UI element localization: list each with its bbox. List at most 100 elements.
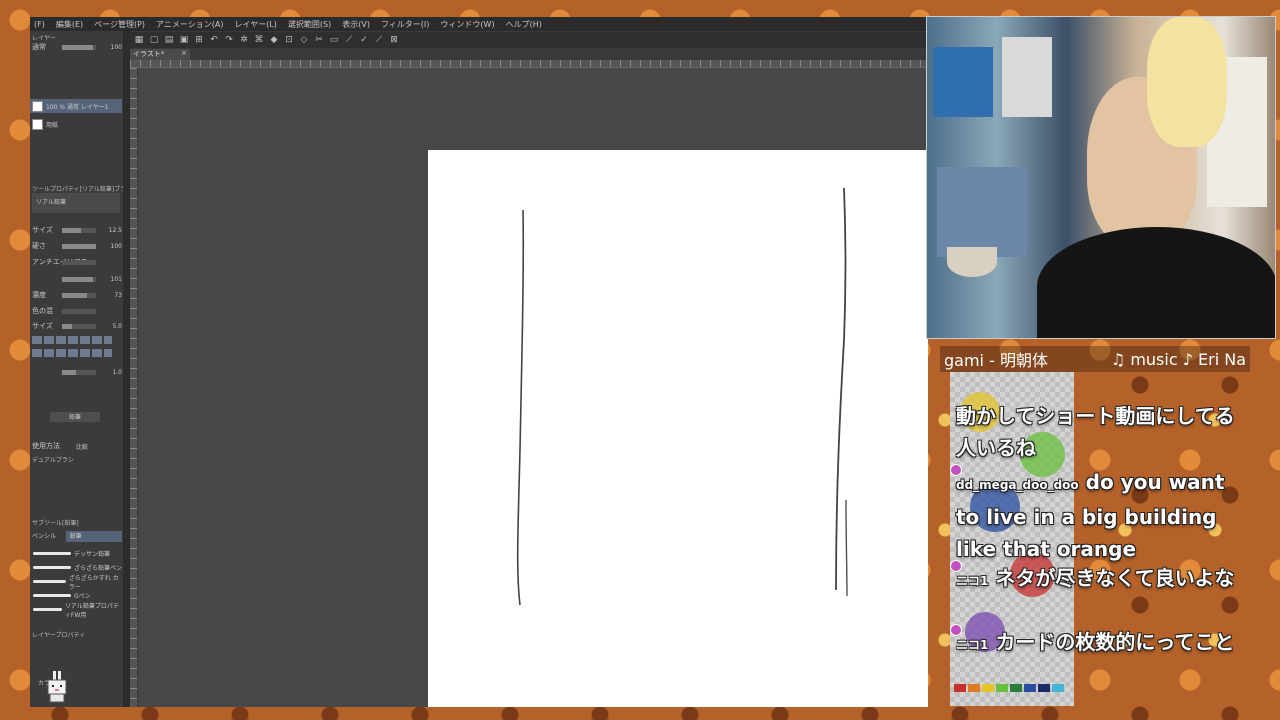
menu-item[interactable]: 選択範囲(S) xyxy=(284,19,338,30)
method-label: 使用方法 xyxy=(32,442,60,450)
chat-overlay: 動かしてショート動画にしてる人いるね dd_mega_doo_doo do yo… xyxy=(950,398,1250,694)
brush-stroke-preview xyxy=(33,594,71,597)
property-slider[interactable] xyxy=(62,276,96,282)
property-row[interactable]: 1.0 xyxy=(30,367,122,377)
toolbar-icon[interactable]: ▤ xyxy=(164,35,174,45)
toolbar-icon[interactable]: ✂ xyxy=(314,35,324,45)
vertical-ruler xyxy=(130,68,137,707)
stroke-grid-1[interactable] xyxy=(32,336,112,344)
sub-tool-tabs: ペンシル 鉛筆 xyxy=(30,531,122,542)
dual-brush-label: デュアルブラシ xyxy=(32,457,74,464)
stroke-grid-2[interactable] xyxy=(32,349,112,357)
brush-preview: リアル鉛筆 xyxy=(32,193,120,213)
property-slider[interactable] xyxy=(62,243,96,249)
property-slider[interactable] xyxy=(62,259,96,265)
property-value: 12.5 xyxy=(108,226,122,234)
webcam-feed xyxy=(926,16,1276,339)
brush-stroke-preview xyxy=(33,580,66,583)
menu-item[interactable]: 表示(V) xyxy=(338,19,377,30)
property-slider[interactable] xyxy=(62,323,96,329)
close-icon[interactable]: × xyxy=(181,49,187,57)
toolbar-icon[interactable]: ◆ xyxy=(269,35,279,45)
property-label: 硬さ xyxy=(32,242,46,250)
layer-panel-title: レイヤー xyxy=(32,35,56,42)
toolbar-icon[interactable]: ⌘ xyxy=(254,35,264,45)
layer-name: 100 % 通常 レイヤー1 xyxy=(46,103,109,111)
toolbar-icon[interactable]: ↷ xyxy=(224,35,234,45)
toolbar-icon[interactable]: ▢ xyxy=(149,35,159,45)
property-slider[interactable] xyxy=(62,308,96,314)
brush-item[interactable]: ざらざらかすれ カラー xyxy=(30,575,122,591)
layer-row-1[interactable]: 100 % 通常 レイヤー1 xyxy=(30,99,122,113)
toolbar-icon[interactable]: ▦ xyxy=(134,35,144,45)
chat-badge-icon xyxy=(950,464,962,476)
rabbit-mascot-icon xyxy=(47,671,67,703)
slider-fill xyxy=(62,292,87,298)
toolbar-icon[interactable]: ◇ xyxy=(299,35,309,45)
menu-item[interactable]: 編集(E) xyxy=(52,19,90,30)
property-row[interactable]: 色の混 xyxy=(30,306,122,316)
menu-item[interactable]: (F) xyxy=(30,20,52,29)
toolbar-icon[interactable]: ⊡ xyxy=(284,35,294,45)
property-row[interactable]: 硬さ 100 xyxy=(30,241,122,251)
toolbar-icon[interactable]: ⟋ xyxy=(344,35,354,45)
chat-badge-icon xyxy=(950,624,962,636)
document-tab[interactable]: イラスト* × xyxy=(130,49,190,60)
property-value: 73 xyxy=(114,291,122,299)
slider-fill xyxy=(62,227,81,233)
property-row[interactable]: アンチエイリアス xyxy=(30,257,122,267)
property-row[interactable]: サイズ 12.5 xyxy=(30,225,122,235)
toolbar-icon[interactable]: ⊠ xyxy=(389,35,399,45)
property-slider[interactable] xyxy=(62,369,96,375)
menu-item[interactable]: ページ管理(P) xyxy=(90,19,152,30)
menu-item[interactable]: アニメーション(A) xyxy=(152,19,230,30)
toolbar-icon[interactable]: ⟋ xyxy=(374,35,384,45)
brush-item[interactable]: リアル鉛筆プロパティFW用 xyxy=(30,603,122,619)
menu-bar: (F) 編集(E) ページ管理(P) アニメーション(A) レイヤー(L) 選択範囲(S)… xyxy=(30,17,928,31)
chat-text: 動かしてショート動画にしてる人いるね xyxy=(956,404,1235,460)
blend-mode-select[interactable]: 通常 xyxy=(30,42,62,52)
property-slider[interactable] xyxy=(62,227,96,233)
opacity-slider[interactable] xyxy=(62,44,96,50)
canvas-area[interactable] xyxy=(138,68,928,707)
toolbar-icon[interactable]: ▭ xyxy=(329,35,339,45)
toolbar-icon[interactable]: ✲ xyxy=(239,35,249,45)
chat-text: ネタが尽きなくて良いよな xyxy=(995,566,1235,590)
toolbar-icon[interactable]: ✓ xyxy=(359,35,369,45)
brush-stroke-preview xyxy=(33,552,71,555)
toolbar-icon[interactable]: ⊞ xyxy=(194,35,204,45)
menu-item[interactable]: ウィンドウ(W) xyxy=(436,19,501,30)
chat-badge-icon xyxy=(950,560,962,572)
chat-username: dd_mega_doo_doo xyxy=(956,478,1079,492)
toolbar-icon[interactable]: ↶ xyxy=(209,35,219,45)
menu-item[interactable]: レイヤー(L) xyxy=(230,19,283,30)
poster-image xyxy=(937,167,1027,257)
layer-property-title: レイヤープロパティ xyxy=(32,632,86,639)
method-row[interactable]: 使用方法 比較 xyxy=(30,441,122,451)
property-row[interactable]: 101 xyxy=(30,274,122,284)
method-value[interactable]: 比較 xyxy=(62,442,88,451)
drawing-canvas[interactable] xyxy=(428,150,928,707)
brush-name: リアル鉛筆 xyxy=(36,199,66,206)
blend-mode-row[interactable]: 通常 100 xyxy=(30,42,122,52)
property-slider[interactable] xyxy=(62,292,96,298)
pencil-strokes xyxy=(516,187,848,606)
stroke-right-2 xyxy=(845,499,848,597)
brush-item[interactable]: デッサン鉛筆 xyxy=(30,547,122,560)
property-row[interactable]: 濃度 73 xyxy=(30,290,122,300)
stroke-left xyxy=(516,209,525,606)
property-label: サイズ xyxy=(32,322,53,330)
brush-item-label: Gペン xyxy=(74,593,91,600)
tab-pencil[interactable]: 鉛筆 xyxy=(65,531,122,542)
texture-select[interactable]: 鉛筆 xyxy=(50,412,100,422)
panel-scrollbar[interactable] xyxy=(123,31,130,707)
poster-image xyxy=(1002,37,1052,117)
menu-item[interactable]: ヘルプ(H) xyxy=(502,19,549,30)
menu-item[interactable]: フィルター(I) xyxy=(377,19,436,30)
layer-row-paper[interactable]: 用紙 xyxy=(30,117,122,131)
tab-pencil-group[interactable]: ペンシル xyxy=(30,531,66,542)
brush-item-label: ざらざら鉛筆ペン xyxy=(74,565,123,572)
layer-name: 用紙 xyxy=(46,121,59,129)
toolbar-icon[interactable]: ▣ xyxy=(179,35,189,45)
property-row[interactable]: サイズ 5.0 xyxy=(30,321,122,331)
